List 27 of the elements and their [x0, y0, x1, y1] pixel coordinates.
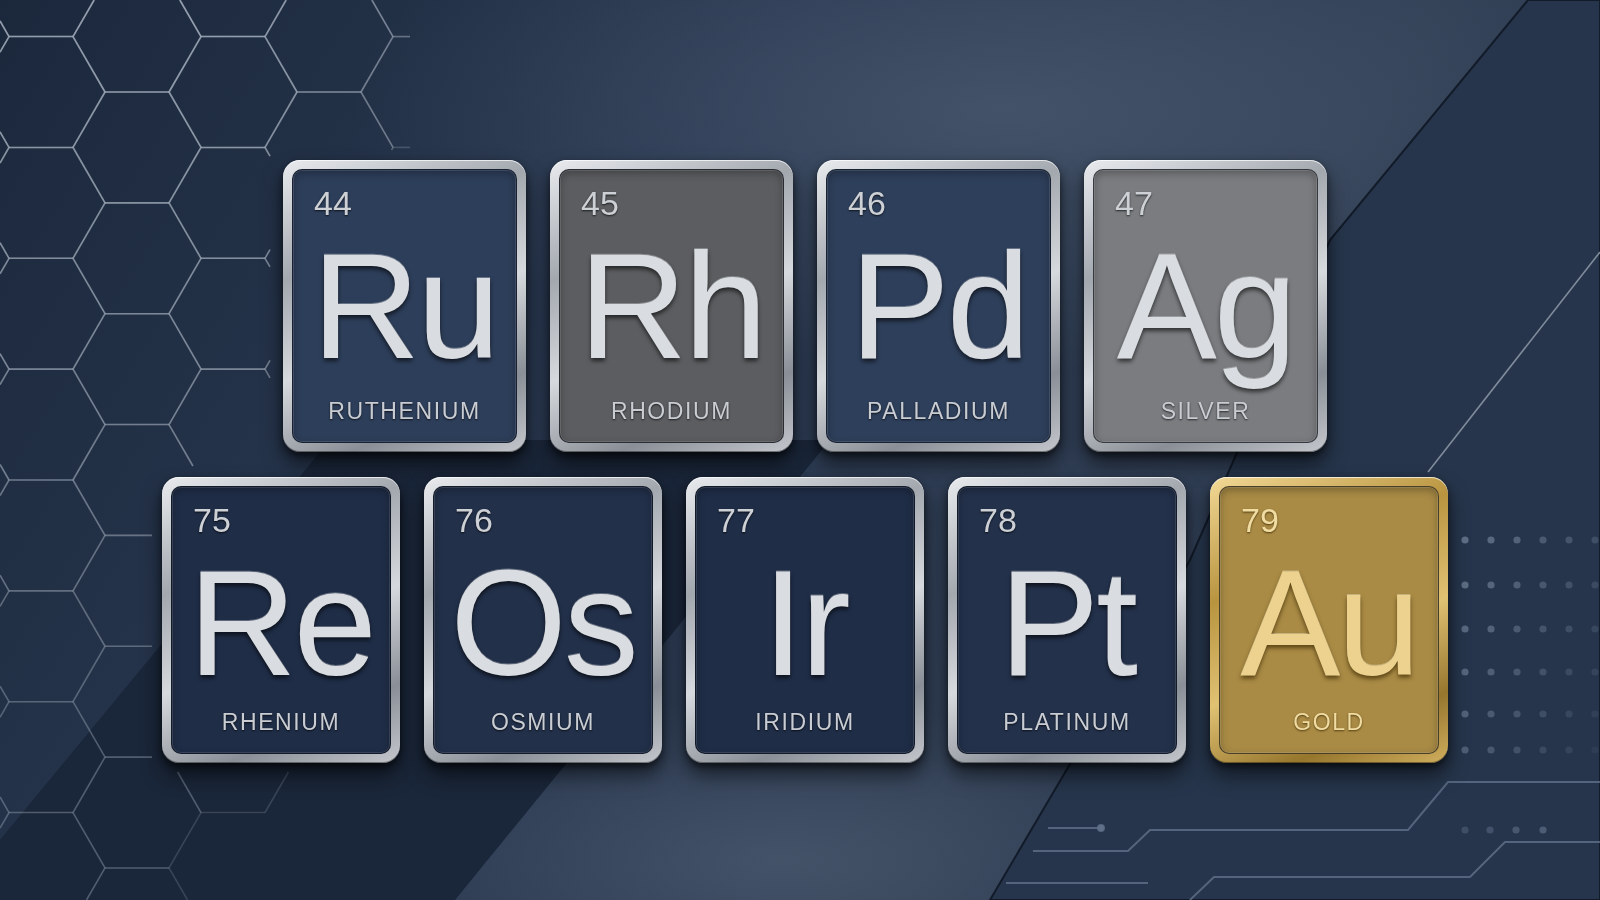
atomic-number: 46 [848, 186, 886, 220]
element-symbol: Rh [578, 221, 765, 392]
element-name: SILVER [1160, 400, 1251, 423]
atomic-number: 75 [193, 503, 231, 537]
atomic-number: 78 [979, 503, 1017, 537]
atomic-number: 76 [455, 503, 493, 537]
element-symbol: Au [1240, 538, 1418, 709]
element-symbol: Ru [311, 221, 498, 392]
element-name: RHODIUM [610, 400, 733, 423]
element-symbol: Pd [849, 221, 1028, 392]
atomic-number: 44 [314, 186, 352, 220]
atomic-number: 79 [1241, 503, 1279, 537]
element-symbol: Pt [999, 538, 1135, 709]
element-name: RHENIUM [221, 711, 341, 734]
element-name: IRIDIUM [755, 711, 855, 734]
element-symbol: Ag [1116, 221, 1295, 392]
element-name: PLATINUM [1003, 711, 1131, 734]
element-symbol: Re [188, 538, 374, 709]
element-name: GOLD [1293, 711, 1365, 734]
element-name: OSMIUM [490, 711, 596, 734]
atomic-number: 47 [1115, 186, 1153, 220]
element-symbol: Ir [762, 538, 848, 709]
atomic-number: 45 [581, 186, 619, 220]
atomic-number: 77 [717, 503, 755, 537]
element-symbol: Os [450, 538, 636, 709]
element-name: PALLADIUM [866, 400, 1011, 423]
element-name: RUTHENIUM [328, 400, 481, 423]
